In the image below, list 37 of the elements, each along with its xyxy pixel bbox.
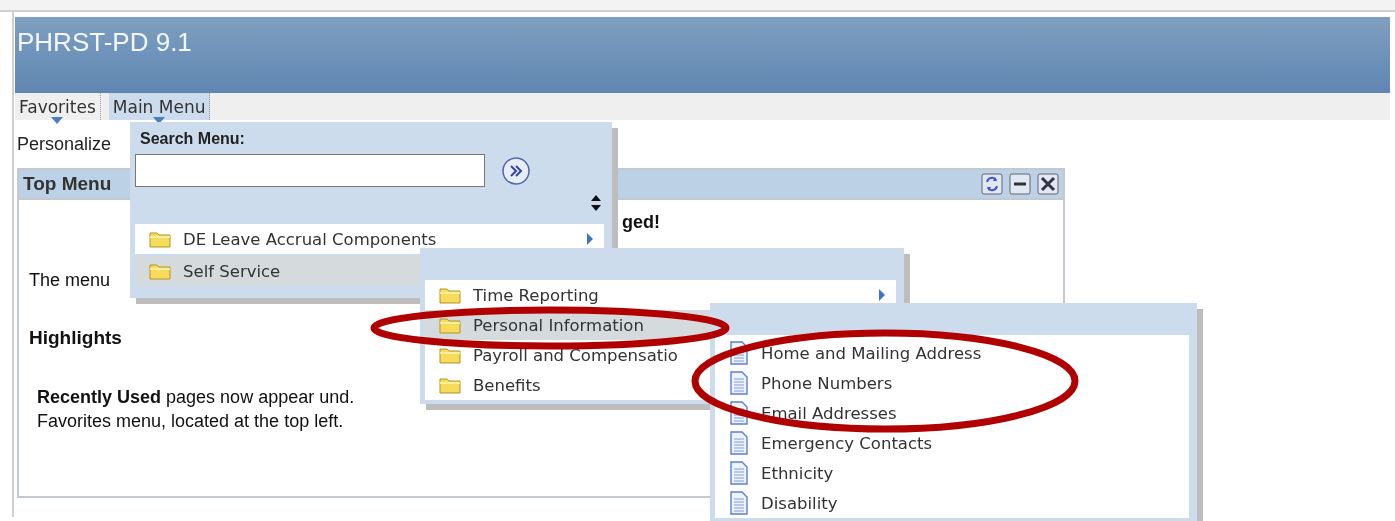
panel-title: Top Menu xyxy=(23,173,112,195)
document-icon xyxy=(729,431,749,455)
document-icon xyxy=(729,371,749,395)
folder-icon xyxy=(439,346,461,364)
nav-menu-tab[interactable]: Main Menu xyxy=(108,93,211,120)
submenu-arrow-icon xyxy=(586,233,594,245)
folder-icon xyxy=(439,316,461,334)
notice-text: ged! xyxy=(622,212,661,232)
menu-item[interactable]: Phone Numbers xyxy=(715,368,1189,398)
highlights-heading: Highlights xyxy=(29,327,122,349)
caret-icon xyxy=(51,117,64,124)
document-icon xyxy=(729,461,749,485)
folder-icon xyxy=(439,286,461,304)
intro-text: The menu xyxy=(29,270,111,291)
menu-item[interactable]: Disability xyxy=(715,488,1189,518)
personalize-link[interactable]: Personalize xyxy=(17,134,112,154)
refresh-icon[interactable] xyxy=(981,173,1003,195)
menu-item[interactable]: Ethnicity xyxy=(715,458,1189,488)
document-icon xyxy=(729,491,749,515)
nav-menu-tab[interactable]: Favorites xyxy=(15,93,101,120)
menu-item[interactable]: Emergency Contacts xyxy=(715,428,1189,458)
sort-icon[interactable] xyxy=(590,194,602,212)
app-title: PHRST-PD 9.1 xyxy=(17,27,193,58)
folder-icon xyxy=(149,262,171,280)
folder-icon xyxy=(439,376,461,394)
paragraph-line: Recently Used pages now appear und. xyxy=(37,386,355,409)
search-field[interactable] xyxy=(135,154,485,187)
go-icon[interactable] xyxy=(501,155,531,186)
close-icon[interactable] xyxy=(1037,173,1059,195)
menu-item[interactable]: Home and Mailing Address xyxy=(715,338,1189,368)
folder-icon xyxy=(149,230,171,248)
search-label: Search Menu: xyxy=(140,130,246,148)
submenu-arrow-icon xyxy=(878,289,886,301)
caret-icon xyxy=(153,117,166,124)
menu-item[interactable]: DE Leave Accrual Components xyxy=(135,224,604,254)
paragraph-line: Favorites menu, located at the top left. xyxy=(37,410,344,433)
minimize-icon[interactable] xyxy=(1009,173,1031,195)
